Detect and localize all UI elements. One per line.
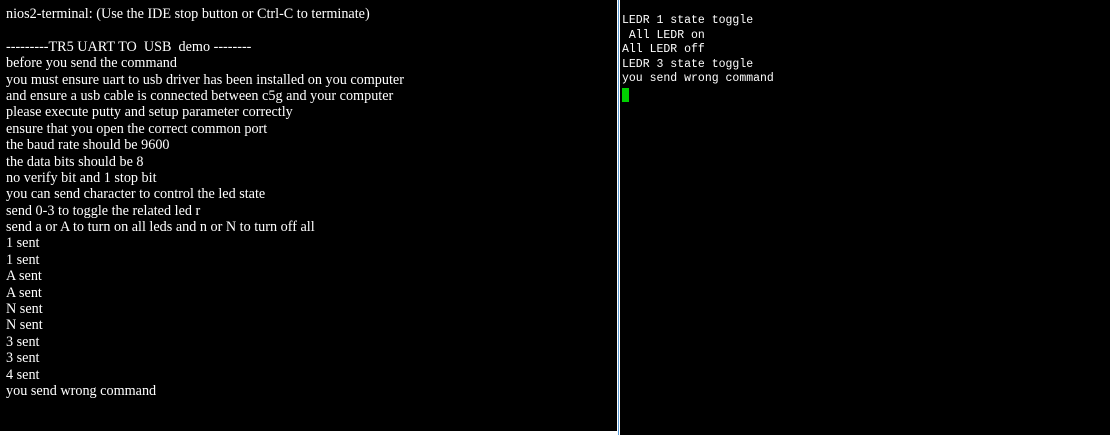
terminal-line: and ensure a usb cable is connected betw… [6, 87, 394, 104]
terminal-line: N sent [6, 317, 43, 334]
terminal-line: you send wrong command [622, 72, 774, 85]
terminal-line: send 0-3 to toggle the related led r [6, 202, 201, 219]
terminal-line: LEDR 1 state toggle [622, 14, 754, 27]
terminal-line: 3 sent [6, 333, 40, 350]
terminal-line: A sent [6, 284, 42, 301]
terminal-line: no verify bit and 1 stop bit [6, 169, 157, 186]
terminal-line: send a or A to turn on all leds and n or… [6, 219, 315, 236]
terminal-line: the data bits should be 8 [6, 153, 144, 170]
nios2-terminal-pane[interactable]: nios2-terminal: (Use the IDE stop button… [0, 0, 617, 431]
terminal-line: please execute putty and setup parameter… [6, 104, 293, 121]
terminal-line: you can send character to control the le… [6, 186, 266, 203]
terminal-line: you send wrong command [6, 382, 157, 399]
terminal-line: N sent [6, 301, 43, 318]
terminal-line: ---------TR5 UART TO USB demo -------- [6, 38, 252, 55]
terminal-line: A sent [6, 268, 42, 285]
terminal-line: you must ensure uart to usb driver has b… [6, 71, 404, 88]
terminal-line: 1 sent [6, 251, 40, 268]
terminal-window: nios2-terminal: (Use the IDE stop button… [0, 0, 1110, 435]
terminal-line: the baud rate should be 9600 [6, 137, 170, 154]
terminal-line: 4 sent [6, 366, 40, 383]
serial-terminal-pane[interactable]: LEDR 1 state toggle All LEDR on All LEDR… [620, 0, 1110, 435]
terminal-line: LEDR 3 state toggle [622, 57, 754, 71]
terminal-line: ensure that you open the correct common … [6, 120, 268, 137]
text-cursor [622, 87, 629, 102]
terminal-line: All LEDR on [622, 28, 705, 42]
terminal-line: All LEDR off [622, 43, 705, 56]
terminal-line: 1 sent [6, 235, 40, 252]
pane-divider-accent [618, 0, 619, 435]
terminal-line: before you send the command [6, 55, 177, 72]
terminal-line: 3 sent [6, 350, 40, 367]
terminal-line: nios2-terminal: (Use the IDE stop button… [6, 6, 370, 22]
cursor-line [622, 87, 1110, 102]
